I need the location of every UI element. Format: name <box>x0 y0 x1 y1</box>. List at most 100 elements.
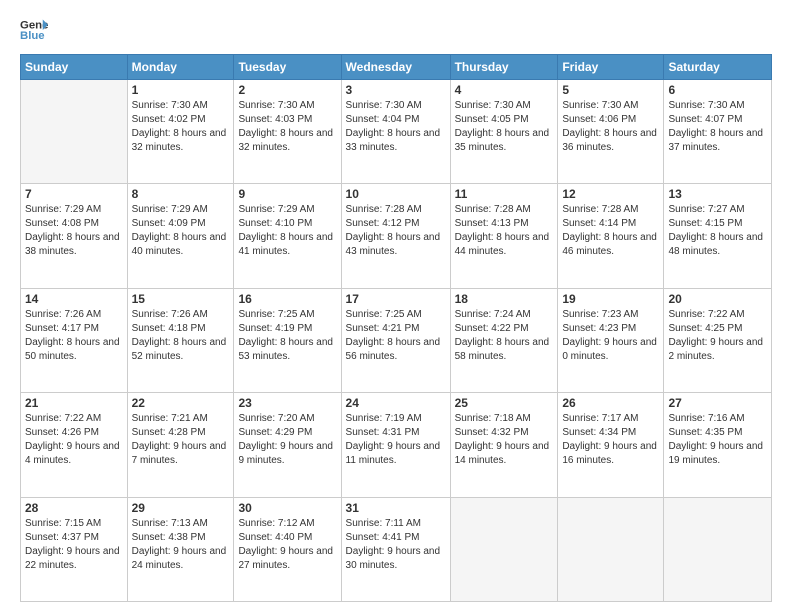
day-number: 27 <box>668 396 767 410</box>
day-number: 18 <box>455 292 554 306</box>
cell-info: Sunrise: 7:20 AMSunset: 4:29 PMDaylight:… <box>238 412 336 468</box>
day-number: 9 <box>238 187 336 201</box>
cell-info: Sunrise: 7:12 AMSunset: 4:40 PMDaylight:… <box>238 517 336 573</box>
cell-info: Sunrise: 7:15 AMSunset: 4:37 PMDaylight:… <box>25 517 123 573</box>
day-number: 11 <box>455 187 554 201</box>
calendar-cell: 27Sunrise: 7:16 AMSunset: 4:35 PMDayligh… <box>664 393 772 497</box>
calendar-week-row: 21 Sunrise: 7:22 AMSunset: 4:26 PMDayligh… <box>21 393 772 497</box>
cell-info: Sunrise: 7:17 AMSunset: 4:34 PMDaylight:… <box>562 412 659 468</box>
weekday-header-wednesday: Wednesday <box>341 55 450 80</box>
day-number: 13 <box>668 187 767 201</box>
cell-info: Sunrise: 7:30 AMSunset: 4:03 PMDaylight:… <box>238 99 336 155</box>
calendar-cell: 4 Sunrise: 7:30 AMSunset: 4:05 PMDaylight… <box>450 80 558 184</box>
day-number: 14 <box>25 292 123 306</box>
cell-info: Sunrise: 7:30 AMSunset: 4:05 PMDaylight:… <box>455 99 554 155</box>
day-number: 17 <box>346 292 446 306</box>
cell-info: Sunrise: 7:29 AMSunset: 4:08 PMDaylight:… <box>25 203 123 259</box>
calendar-cell: 16Sunrise: 7:25 AMSunset: 4:19 PMDayligh… <box>234 288 341 392</box>
day-number: 12 <box>562 187 659 201</box>
day-number: 3 <box>346 83 446 97</box>
weekday-header-thursday: Thursday <box>450 55 558 80</box>
cell-info: Sunrise: 7:13 AMSunset: 4:38 PMDaylight:… <box>132 517 230 573</box>
calendar-cell: 6Sunrise: 7:30 AMSunset: 4:07 PMDaylight… <box>664 80 772 184</box>
cell-info: Sunrise: 7:28 AMSunset: 4:14 PMDaylight:… <box>562 203 659 259</box>
calendar-cell: 11 Sunrise: 7:28 AMSunset: 4:13 PMDayligh… <box>450 184 558 288</box>
cell-info: Sunrise: 7:24 AMSunset: 4:22 PMDaylight:… <box>455 308 554 364</box>
weekday-header-row: SundayMondayTuesdayWednesdayThursdayFrid… <box>21 55 772 80</box>
cell-info: Sunrise: 7:28 AMSunset: 4:12 PMDaylight:… <box>346 203 446 259</box>
calendar-cell: 9 Sunrise: 7:29 AMSunset: 4:10 PMDaylight… <box>234 184 341 288</box>
cell-info: Sunrise: 7:25 AMSunset: 4:21 PMDaylight:… <box>346 308 446 364</box>
calendar-cell: 2 Sunrise: 7:30 AMSunset: 4:03 PMDaylight… <box>234 80 341 184</box>
day-number: 20 <box>668 292 767 306</box>
calendar-cell: 22 Sunrise: 7:21 AMSunset: 4:28 PMDayligh… <box>127 393 234 497</box>
cell-info: Sunrise: 7:26 AMSunset: 4:18 PMDaylight:… <box>132 308 230 364</box>
weekday-header-sunday: Sunday <box>21 55 128 80</box>
day-number: 6 <box>668 83 767 97</box>
calendar-cell: 19 Sunrise: 7:23 AMSunset: 4:23 PMDayligh… <box>558 288 664 392</box>
calendar-week-row: 7Sunrise: 7:29 AMSunset: 4:08 PMDaylight… <box>21 184 772 288</box>
calendar-week-row: 28 Sunrise: 7:15 AMSunset: 4:37 PMDayligh… <box>21 497 772 601</box>
calendar-cell <box>450 497 558 601</box>
cell-info: Sunrise: 7:29 AMSunset: 4:10 PMDaylight:… <box>238 203 336 259</box>
cell-info: Sunrise: 7:21 AMSunset: 4:28 PMDaylight:… <box>132 412 230 468</box>
calendar-cell <box>664 497 772 601</box>
calendar-cell: 15Sunrise: 7:26 AMSunset: 4:18 PMDayligh… <box>127 288 234 392</box>
day-number: 22 <box>132 396 230 410</box>
calendar-cell: 1 Sunrise: 7:30 AMSunset: 4:02 PMDaylight… <box>127 80 234 184</box>
day-number: 4 <box>455 83 554 97</box>
logo: General Blue <box>20 16 48 44</box>
day-number: 8 <box>132 187 230 201</box>
day-number: 19 <box>562 292 659 306</box>
cell-info: Sunrise: 7:22 AMSunset: 4:25 PMDaylight:… <box>668 308 767 364</box>
calendar-week-row: 1 Sunrise: 7:30 AMSunset: 4:02 PMDaylight… <box>21 80 772 184</box>
calendar-cell: 10 Sunrise: 7:28 AMSunset: 4:12 PMDayligh… <box>341 184 450 288</box>
calendar-cell: 29 Sunrise: 7:13 AMSunset: 4:38 PMDayligh… <box>127 497 234 601</box>
calendar-cell: 5Sunrise: 7:30 AMSunset: 4:06 PMDaylight… <box>558 80 664 184</box>
calendar-cell: 17 Sunrise: 7:25 AMSunset: 4:21 PMDayligh… <box>341 288 450 392</box>
day-number: 2 <box>238 83 336 97</box>
calendar-cell: 25 Sunrise: 7:18 AMSunset: 4:32 PMDayligh… <box>450 393 558 497</box>
calendar-cell: 8 Sunrise: 7:29 AMSunset: 4:09 PMDaylight… <box>127 184 234 288</box>
header: General Blue <box>20 16 772 44</box>
day-number: 25 <box>455 396 554 410</box>
day-number: 10 <box>346 187 446 201</box>
day-number: 16 <box>238 292 336 306</box>
calendar-cell: 28 Sunrise: 7:15 AMSunset: 4:37 PMDayligh… <box>21 497 128 601</box>
calendar-cell: 23Sunrise: 7:20 AMSunset: 4:29 PMDayligh… <box>234 393 341 497</box>
cell-info: Sunrise: 7:22 AMSunset: 4:26 PMDaylight:… <box>25 412 123 468</box>
cell-info: Sunrise: 7:29 AMSunset: 4:09 PMDaylight:… <box>132 203 230 259</box>
calendar-cell: 31Sunrise: 7:11 AMSunset: 4:41 PMDayligh… <box>341 497 450 601</box>
day-number: 26 <box>562 396 659 410</box>
weekday-header-friday: Friday <box>558 55 664 80</box>
calendar-cell <box>558 497 664 601</box>
cell-info: Sunrise: 7:26 AMSunset: 4:17 PMDaylight:… <box>25 308 123 364</box>
calendar-cell: 3 Sunrise: 7:30 AMSunset: 4:04 PMDaylight… <box>341 80 450 184</box>
day-number: 21 <box>25 396 123 410</box>
calendar-cell <box>21 80 128 184</box>
calendar-week-row: 14 Sunrise: 7:26 AMSunset: 4:17 PMDayligh… <box>21 288 772 392</box>
day-number: 5 <box>562 83 659 97</box>
cell-info: Sunrise: 7:28 AMSunset: 4:13 PMDaylight:… <box>455 203 554 259</box>
weekday-header-monday: Monday <box>127 55 234 80</box>
cell-info: Sunrise: 7:23 AMSunset: 4:23 PMDaylight:… <box>562 308 659 364</box>
cell-info: Sunrise: 7:30 AMSunset: 4:02 PMDaylight:… <box>132 99 230 155</box>
calendar-cell: 20 Sunrise: 7:22 AMSunset: 4:25 PMDayligh… <box>664 288 772 392</box>
svg-text:Blue: Blue <box>20 30 45 42</box>
day-number: 30 <box>238 501 336 515</box>
day-number: 1 <box>132 83 230 97</box>
cell-info: Sunrise: 7:30 AMSunset: 4:04 PMDaylight:… <box>346 99 446 155</box>
calendar-cell: 12 Sunrise: 7:28 AMSunset: 4:14 PMDayligh… <box>558 184 664 288</box>
calendar-table: SundayMondayTuesdayWednesdayThursdayFrid… <box>20 54 772 602</box>
cell-info: Sunrise: 7:18 AMSunset: 4:32 PMDaylight:… <box>455 412 554 468</box>
cell-info: Sunrise: 7:27 AMSunset: 4:15 PMDaylight:… <box>668 203 767 259</box>
cell-info: Sunrise: 7:19 AMSunset: 4:31 PMDaylight:… <box>346 412 446 468</box>
calendar-cell: 30 Sunrise: 7:12 AMSunset: 4:40 PMDayligh… <box>234 497 341 601</box>
calendar-cell: 14 Sunrise: 7:26 AMSunset: 4:17 PMDayligh… <box>21 288 128 392</box>
weekday-header-saturday: Saturday <box>664 55 772 80</box>
day-number: 28 <box>25 501 123 515</box>
logo-icon: General Blue <box>20 16 48 44</box>
calendar-cell: 24Sunrise: 7:19 AMSunset: 4:31 PMDayligh… <box>341 393 450 497</box>
day-number: 29 <box>132 501 230 515</box>
day-number: 31 <box>346 501 446 515</box>
